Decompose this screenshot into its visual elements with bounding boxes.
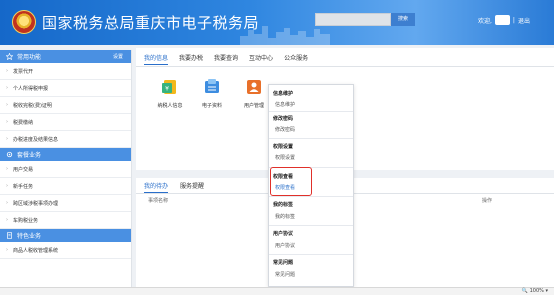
menu-group-user-agreement: 用户协议 (273, 231, 294, 237)
sidebar-section-title: 套餐业务 (17, 152, 42, 159)
menu-group-faq: 常见问题 (273, 260, 294, 266)
zoom-level[interactable]: 🔍 100% ▾ (522, 288, 548, 295)
menu-group-my-tags: 我的标签 (273, 202, 294, 208)
tab-query[interactable]: 我要查询 (214, 53, 238, 65)
sidebar-section-common[interactable]: 常用功能 设置 (0, 50, 131, 63)
bullet-icon: › (6, 183, 8, 189)
bullet-icon: › (6, 166, 8, 172)
sidebar-item-invoice[interactable]: › 发票代开 (0, 63, 131, 80)
sidebar-item-cross-region[interactable]: › 跨区域涉税事项办理 (0, 195, 131, 212)
user-management-icon (247, 80, 261, 94)
tab-tax-handling[interactable]: 我要办税 (179, 53, 203, 65)
sidebar-item-tax-certificate[interactable]: › 税收完税(费)证明 (0, 97, 131, 114)
sidebar-item-newbie-task[interactable]: › 新手任务 (0, 178, 131, 195)
menu-group-permission-settings: 权限设置 (273, 144, 294, 150)
app-label: 电子资料 (201, 103, 222, 109)
sidebar-item-label: 税费缴纳 (13, 119, 34, 126)
bullet-icon: › (6, 119, 8, 125)
sidebar-item-label: 新手任务 (13, 183, 34, 190)
sidebar-item-progress[interactable]: › 办税进度及结果信息 (0, 131, 131, 148)
zoom-value: 100% (529, 288, 544, 294)
app-label: 用户管理 (243, 103, 264, 109)
tax-emblem-icon (12, 10, 36, 34)
tab-public-service[interactable]: 公众服务 (284, 53, 308, 65)
app-label: 纳税人信息 (157, 103, 183, 109)
menu-group-info: 信息维护 (273, 91, 294, 97)
menu-group-password: 修改密码 (273, 116, 294, 122)
sidebar-item-vehicle-tax[interactable]: › 车购税业务 (0, 212, 131, 229)
sidebar-item-label: 发票代开 (13, 68, 34, 75)
sidebar-item-label: 办税进度及结果信息 (13, 136, 59, 143)
bullet-icon: › (6, 68, 8, 74)
menu-item-info-maintain[interactable]: 信息维护 (275, 101, 295, 108)
tab-divider (136, 66, 554, 67)
menu-item-user-agreement[interactable]: 用户协议 (275, 242, 295, 249)
sidebar-section-title: 特色业务 (17, 233, 42, 240)
sidebar-section-special[interactable]: 特色业务 (0, 229, 131, 242)
todo-tab-bar: 我的待办 服务提醒 (144, 181, 216, 193)
svg-text:¥: ¥ (165, 86, 169, 93)
sidebar-section-title: 常用功能 (17, 54, 42, 61)
sidebar-item-label: 个人所得税申报 (13, 85, 49, 92)
sidebar-item-tax-system[interactable]: › 商品人税收管理系统 (0, 242, 131, 259)
taxpayer-id-icon: ¥ (162, 80, 176, 94)
menu-divider (269, 254, 353, 255)
welcome-text: 欢迎, (478, 17, 492, 25)
sidebar-item-tax-payment[interactable]: › 税费缴纳 (0, 114, 131, 131)
app-taxpayer-info[interactable]: ¥ 纳税人信息 (152, 78, 188, 109)
zoom-icon: 🔍 (521, 288, 528, 294)
electronic-docs-icon (205, 79, 219, 93)
menu-divider (269, 225, 353, 226)
top-tab-bar: 我的信息 我要办税 我要查询 互动中心 公众服务 (144, 53, 319, 65)
menu-divider (269, 138, 353, 139)
sidebar-item-label: 税收完税(费)证明 (13, 102, 52, 109)
column-header-action: 操作 (482, 198, 493, 204)
star-icon (6, 53, 13, 60)
gear-icon (6, 151, 13, 158)
menu-item-permission-settings[interactable]: 权限设置 (275, 154, 295, 161)
search-input[interactable] (315, 13, 391, 26)
sidebar-item-label: 商品人税收管理系统 (13, 247, 59, 254)
bullet-icon: › (6, 136, 8, 142)
user-area: 欢迎, | 退出 (478, 14, 530, 26)
column-header-name: 事项名称 (148, 198, 169, 204)
site-header: 国家税务总局重庆市电子税务局 搜索 欢迎, | 退出 (0, 0, 554, 45)
sidebar-settings-link[interactable]: 设置 (113, 53, 123, 60)
highlight-annotation (270, 167, 312, 196)
site-title: 国家税务总局重庆市电子税务局 (42, 14, 260, 32)
sidebar: 常用功能 设置 › 发票代开 › 个人所得税申报 › 税收完税(费)证明 › 税费缴纳 … (0, 50, 132, 295)
bullet-icon: › (6, 85, 8, 91)
header-separator: | (512, 16, 515, 24)
sidebar-item-user-transaction[interactable]: › 用户交易 (0, 161, 131, 178)
tab-interaction[interactable]: 互动中心 (249, 53, 273, 65)
app-electronic-docs[interactable]: 电子资料 (194, 78, 230, 109)
username-box[interactable] (494, 15, 510, 25)
sidebar-item-label: 跨区域涉税事项办理 (13, 200, 59, 207)
tab-my-info[interactable]: 我的信息 (144, 53, 169, 65)
menu-item-my-tags[interactable]: 我的标签 (275, 213, 295, 220)
bullet-icon: › (6, 217, 8, 223)
sidebar-item-income-tax[interactable]: › 个人所得税申报 (0, 80, 131, 97)
sidebar-section-package[interactable]: 套餐业务 (0, 148, 131, 161)
logout-link[interactable]: 退出 (518, 16, 530, 25)
document-icon (7, 232, 12, 239)
bullet-icon: › (6, 247, 8, 253)
tab-my-todo[interactable]: 我的待办 (144, 181, 169, 193)
menu-divider (269, 196, 353, 197)
tab-service-reminder[interactable]: 服务提醒 (180, 181, 204, 193)
menu-divider (269, 111, 353, 112)
bullet-icon: › (6, 200, 8, 206)
menu-item-change-password[interactable]: 修改密码 (275, 126, 295, 133)
bullet-icon: › (6, 102, 8, 108)
search-button[interactable]: 搜索 (391, 13, 415, 26)
sidebar-item-label: 用户交易 (13, 166, 34, 173)
sidebar-item-label: 车购税业务 (13, 217, 39, 224)
browser-status-bar: 🔍 100% ▾ (0, 287, 554, 295)
app-user-management[interactable]: 用户管理 (236, 78, 272, 109)
menu-item-faq[interactable]: 常见问题 (275, 271, 295, 278)
